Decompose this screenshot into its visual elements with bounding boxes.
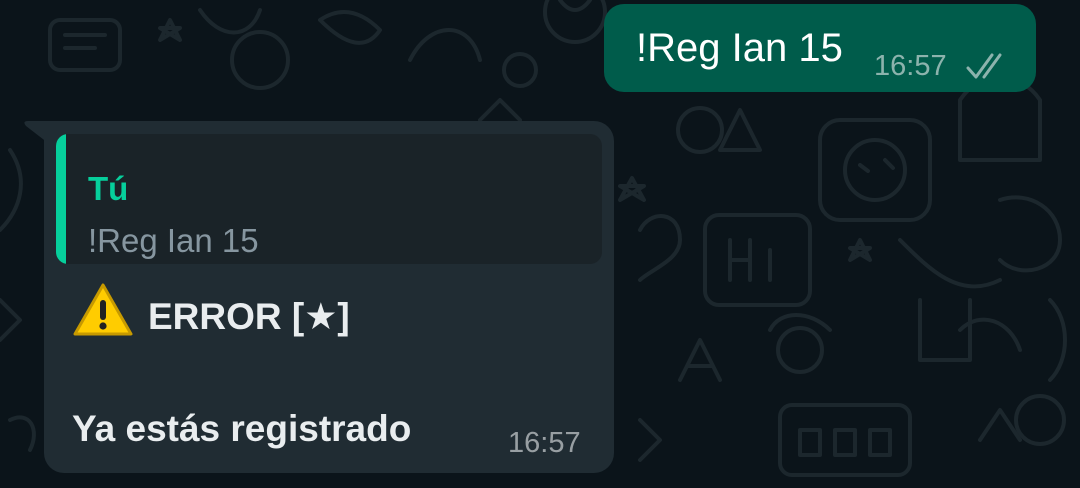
outgoing-message-bubble[interactable]: !Reg Ian 15 16:57 [604,4,1036,92]
outgoing-message-time: 16:57 [874,50,947,82]
error-title: ERROR [★] [148,296,350,337]
incoming-message-time: 16:57 [508,427,581,459]
warning-icon [73,283,133,336]
quoted-message-text: !Reg Ian 15 [88,222,259,259]
outgoing-message-text: !Reg Ian 15 [636,26,843,70]
error-message: Ya estás registrado [72,408,412,449]
quote-accent-bar [56,134,66,264]
quoted-message[interactable]: Tú !Reg Ian 15 [56,134,602,264]
incoming-message-bubble[interactable]: Tú !Reg Ian 15 ERROR [★] Ya estás regist… [44,121,614,473]
double-check-icon [966,53,1002,79]
quoted-message-author: Tú [88,170,129,207]
